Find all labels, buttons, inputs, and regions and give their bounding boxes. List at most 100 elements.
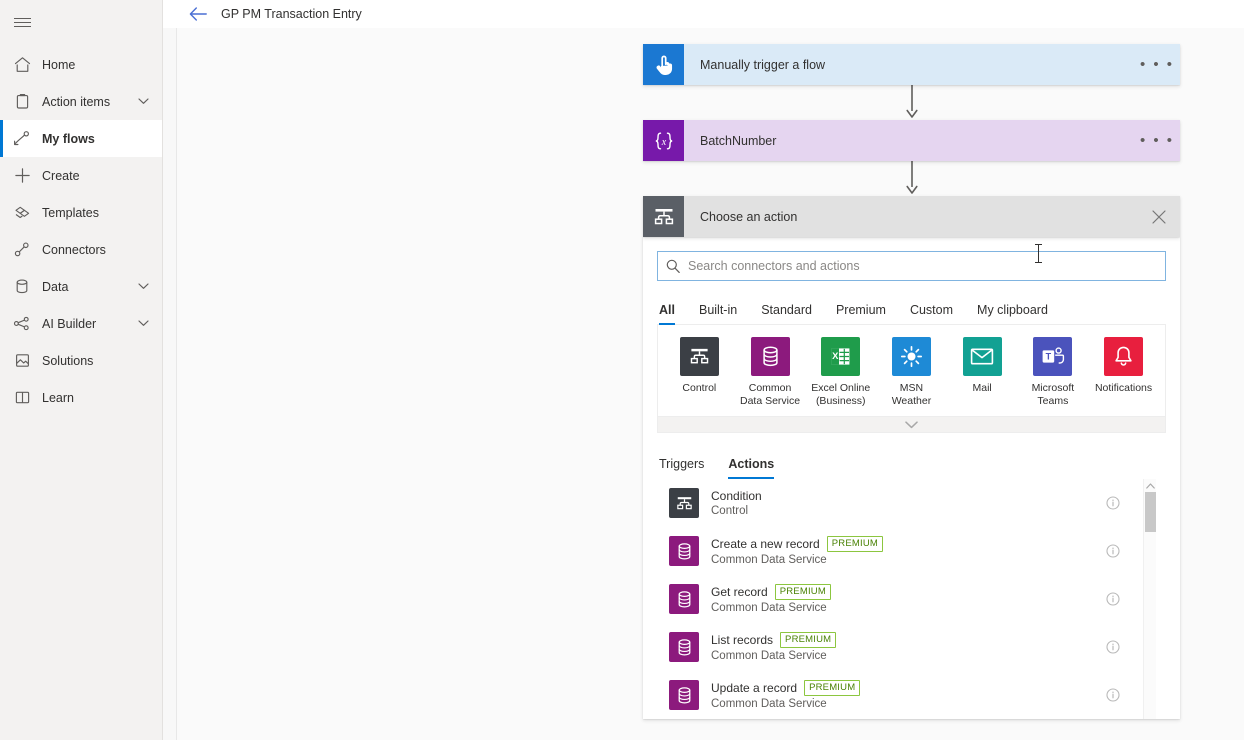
flow-card-variable[interactable]: x BatchNumber • • • <box>643 120 1180 161</box>
filter-tab-my-clipboard[interactable]: My clipboard <box>977 303 1048 324</box>
action-list-item[interactable]: Create a new record PREMIUM Common Data Se… <box>657 527 1166 575</box>
flow-card-trigger[interactable]: Manually trigger a flow • • • <box>643 44 1180 85</box>
info-icon[interactable] <box>1100 544 1126 558</box>
connectors-icon <box>8 236 36 264</box>
flow-card-trigger-title: Manually trigger a flow <box>700 57 826 72</box>
action-item-subtitle: Common Data Service <box>711 698 827 710</box>
sidebar-item-label: Create <box>42 168 80 183</box>
connector-tile-notifications[interactable]: Notifications <box>1089 337 1159 408</box>
back-arrow-icon[interactable] <box>187 3 209 25</box>
connector-tile-control[interactable]: Control <box>664 337 734 408</box>
chevron-down-icon[interactable] <box>138 283 154 290</box>
action-item-text: List records PREMIUM Common Data Service <box>699 632 1100 662</box>
flow-canvas: Manually trigger a flow • • • x BatchNum… <box>163 28 1244 740</box>
info-icon[interactable] <box>1100 640 1126 654</box>
teams-icon: T <box>1033 337 1073 376</box>
scrollbar-thumb[interactable] <box>1144 492 1156 532</box>
flow-connector-arrow-2 <box>643 161 1180 196</box>
connector-tile-msn-weather[interactable]: MSN Weather <box>876 337 946 408</box>
connector-tile-excel-online-business[interactable]: X Excel Online (Business) <box>806 337 876 408</box>
action-item-text: Condition Control <box>699 489 1100 517</box>
sidebar-item-data[interactable]: Data <box>0 268 162 305</box>
results-scrollbar[interactable] <box>1143 479 1156 719</box>
connector-tile-label: MSN Weather <box>891 382 932 407</box>
info-icon[interactable] <box>1100 496 1126 510</box>
sun-icon <box>891 337 931 376</box>
tab-triggers[interactable]: Triggers <box>659 457 704 479</box>
action-item-subtitle: Common Data Service <box>711 554 827 566</box>
close-icon[interactable] <box>1138 196 1180 237</box>
action-item-subtitle: Control <box>711 505 749 517</box>
sidebar-item-solutions[interactable]: Solutions <box>0 342 162 379</box>
plus-icon <box>8 162 36 190</box>
chevron-down-icon[interactable] <box>138 320 154 327</box>
choose-action-header: Choose an action <box>643 196 1180 237</box>
connector-filter-tabs: All Built-in Standard Premium Custom My clipb… <box>657 291 1166 325</box>
sidebar-item-label: Connectors <box>42 242 106 257</box>
premium-badge: PREMIUM <box>774 584 831 600</box>
database-icon <box>750 337 790 376</box>
info-icon[interactable] <box>1100 688 1126 702</box>
solutions-icon <box>8 347 36 375</box>
flow-card-variable-menu[interactable]: • • • <box>1134 120 1180 161</box>
action-list-item[interactable]: List records PREMIUM Common Data Service <box>657 623 1166 671</box>
sidebar-item-action-items[interactable]: Action items <box>0 83 162 120</box>
sidebar-item-learn[interactable]: Learn <box>0 379 162 416</box>
filter-tab-custom[interactable]: Custom <box>910 303 953 324</box>
sidebar-item-connectors[interactable]: Connectors <box>0 231 162 268</box>
svg-text:x: x <box>660 137 666 148</box>
sidebar-item-ai-builder[interactable]: AI Builder <box>0 305 162 342</box>
filter-tab-premium[interactable]: Premium <box>836 303 886 324</box>
clipboard-icon <box>8 88 36 116</box>
action-picker-panel: All Built-in Standard Premium Custom My clipb… <box>643 237 1180 719</box>
sidebar-item-label: Action items <box>42 94 111 109</box>
action-list-item[interactable]: Condition Control <box>657 479 1166 527</box>
action-list-item[interactable]: Get record PREMIUM Common Data Service <box>657 575 1166 623</box>
filter-tab-standard[interactable]: Standard <box>761 303 812 324</box>
database-icon <box>669 680 699 710</box>
action-item-subtitle: Common Data Service <box>711 602 827 614</box>
sidebar-item-create[interactable]: Create <box>0 157 162 194</box>
flow-card-trigger-menu[interactable]: • • • <box>1134 44 1180 85</box>
filter-tab-all[interactable]: All <box>659 303 675 325</box>
sidebar-item-label: Templates <box>42 205 99 220</box>
action-item-title: Condition <box>711 489 762 503</box>
triggers-actions-tabs: Triggers Actions <box>657 443 1166 479</box>
connector-tile-label: Common Data Service <box>739 382 801 407</box>
connector-grid: Control Common Data Service X Excel Online … <box>658 325 1165 416</box>
connector-tile-label: Excel Online (Business) <box>811 382 871 407</box>
control-branch-icon <box>679 337 719 376</box>
action-list-item[interactable]: Update a record PREMIUM Common Data Servic… <box>657 671 1166 719</box>
connector-tile-common-data-service[interactable]: Common Data Service <box>735 337 805 408</box>
info-icon[interactable] <box>1100 592 1126 606</box>
hamburger-icon[interactable] <box>0 4 44 40</box>
sidebar-item-my-flows[interactable]: My flows <box>0 120 162 157</box>
flow-card-variable-title: BatchNumber <box>700 133 777 148</box>
flow-connector-arrow <box>643 85 1180 120</box>
action-results-list: Condition Control Create a new record PREMI… <box>657 479 1166 719</box>
scroll-up-arrow-icon[interactable] <box>1144 479 1156 492</box>
tab-actions[interactable]: Actions <box>728 457 774 479</box>
action-item-title: List records <box>711 633 774 647</box>
connector-gallery: Control Common Data Service X Excel Online … <box>657 325 1166 433</box>
sidebar-item-label: Home <box>42 57 76 72</box>
search-box[interactable] <box>657 251 1166 281</box>
connector-tile-label: Notifications <box>1094 382 1153 394</box>
filter-tab-built-in[interactable]: Built-in <box>699 303 737 324</box>
action-item-title: Update a record <box>711 681 798 695</box>
premium-badge: PREMIUM <box>780 632 837 648</box>
left-navigation-sidebar: Home Action items My flows Create Templates C… <box>0 0 163 740</box>
database-icon <box>669 536 699 566</box>
connector-tile-microsoft-teams[interactable]: T Microsoft Teams <box>1018 337 1088 408</box>
search-input[interactable] <box>688 253 1165 279</box>
database-icon <box>669 584 699 614</box>
sidebar-item-label: AI Builder <box>42 316 97 331</box>
chevron-down-icon[interactable] <box>138 98 154 105</box>
connector-tile-mail[interactable]: Mail <box>947 337 1017 408</box>
sidebar-item-templates[interactable]: Templates <box>0 194 162 231</box>
chevron-down-icon[interactable] <box>658 416 1165 432</box>
sidebar-item-home[interactable]: Home <box>0 46 162 83</box>
home-icon <box>8 51 36 79</box>
database-icon <box>8 273 36 301</box>
flow-icon <box>8 125 36 153</box>
